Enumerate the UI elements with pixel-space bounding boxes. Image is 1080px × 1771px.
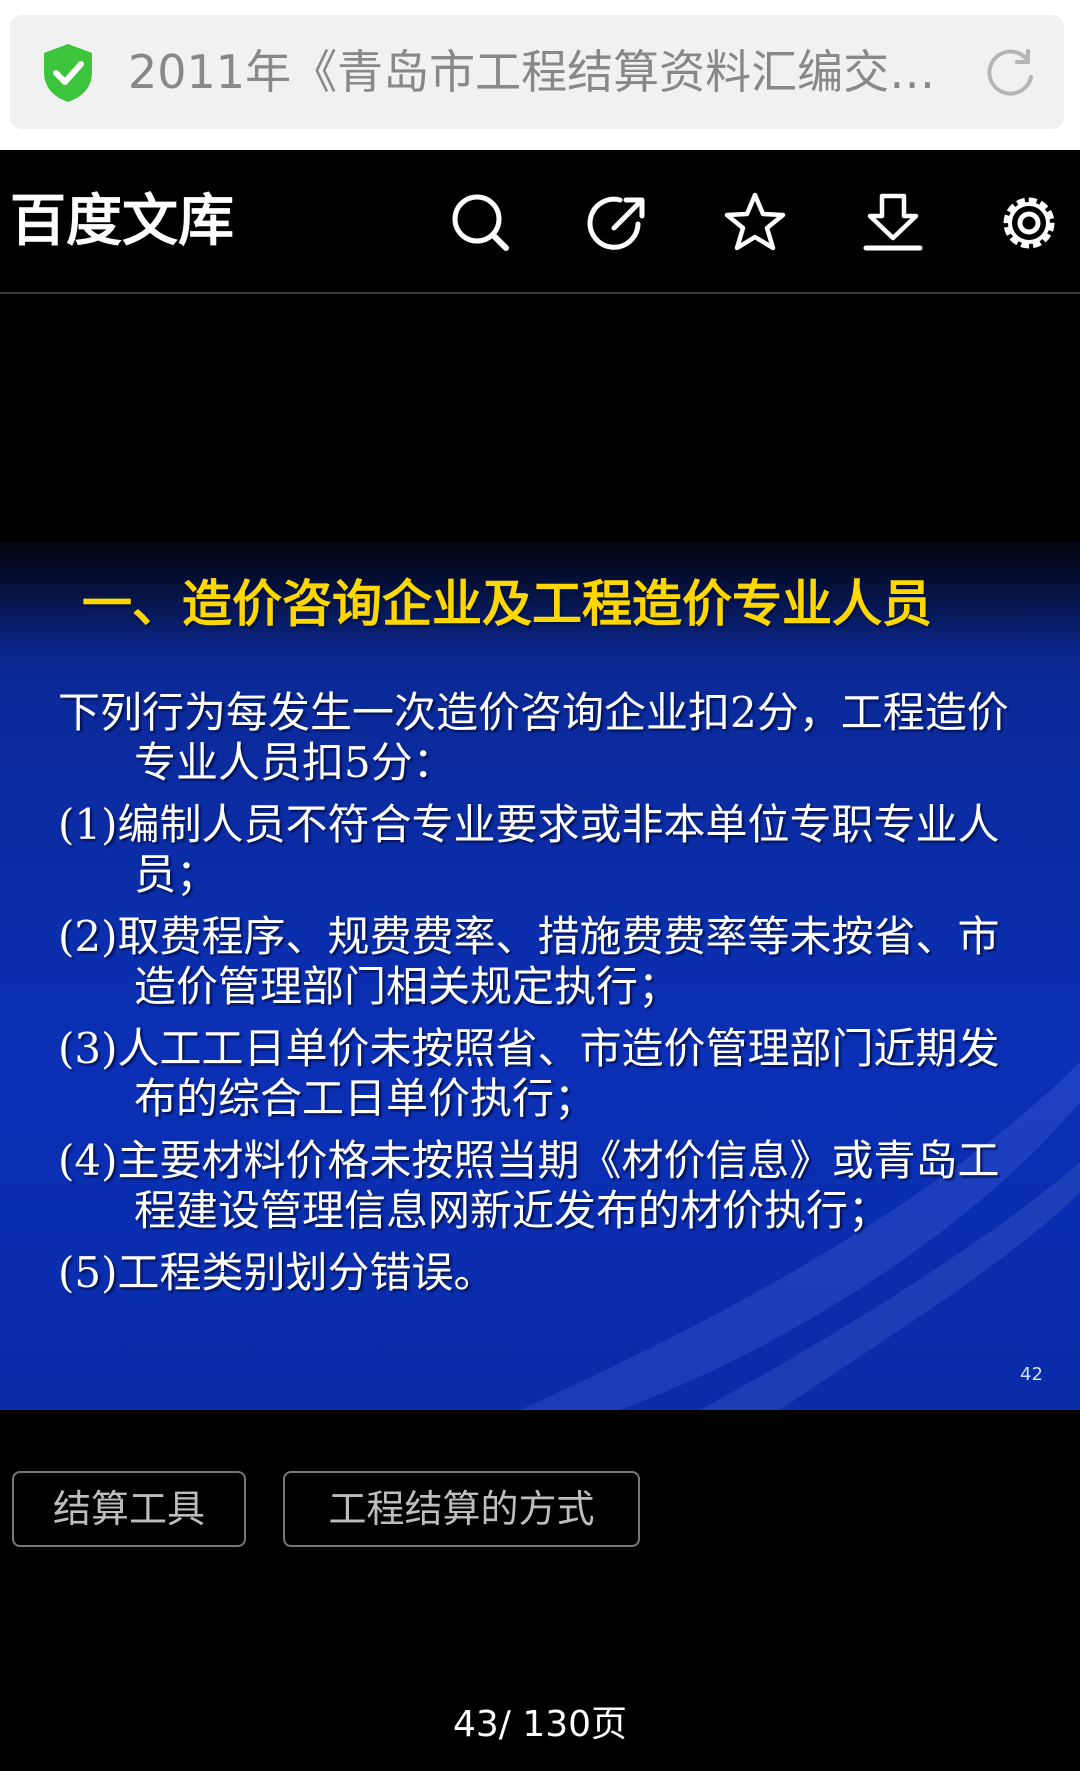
app-header: 百度文库 bbox=[0, 150, 1080, 294]
star-icon[interactable] bbox=[722, 190, 788, 256]
page-counter: 43/ 130页 bbox=[452, 1704, 628, 1745]
address-bar[interactable]: 2011年《青岛市工程结算资料汇编交… bbox=[10, 15, 1064, 129]
slide-page-number: 42 bbox=[1020, 1364, 1043, 1385]
share-icon[interactable] bbox=[586, 190, 652, 256]
slide-list-item: (2)取费程序、规费费率、措施费费率等未按省、市造价管理部门相关规定执行； bbox=[58, 912, 1000, 1011]
document-slide: 一、造价咨询企业及工程造价专业人员 下列行为每发生一次造价咨询企业扣2分，工程造… bbox=[0, 542, 1080, 1410]
slide-list-item: (3)人工工日单价未按照省、市造价管理部门近期发布的综合工日单价执行； bbox=[58, 1024, 1000, 1123]
slide-list-item: (4)主要材料价格未按照当期《材价信息》或青岛工程建设管理信息网新近发布的材价执… bbox=[58, 1136, 1000, 1235]
gear-icon[interactable] bbox=[996, 190, 1062, 256]
tag-settlement-methods[interactable]: 工程结算的方式 bbox=[283, 1471, 640, 1547]
slide-list-item: (1)编制人员不符合专业要求或非本单位专职专业人员； bbox=[58, 800, 1000, 899]
search-icon[interactable] bbox=[448, 190, 514, 256]
tag-settlement-tools[interactable]: 结算工具 bbox=[12, 1471, 246, 1547]
browser-top-bar: 2011年《青岛市工程结算资料汇编交… bbox=[0, 0, 1080, 150]
slide-body: 下列行为每发生一次造价咨询企业扣2分，工程造价专业人员扣5分： (1)编制人员不… bbox=[58, 688, 1018, 1310]
slide-title: 一、造价咨询企业及工程造价专业人员 bbox=[82, 574, 932, 633]
slide-paragraph: 下列行为每发生一次造价咨询企业扣2分，工程造价专业人员扣5分： bbox=[58, 688, 1009, 787]
shield-check-icon bbox=[40, 42, 96, 104]
reload-icon[interactable] bbox=[982, 45, 1038, 101]
page-title[interactable]: 2011年《青岛市工程结算资料汇编交… bbox=[128, 41, 968, 103]
brand-logo-text: 百度文库 bbox=[10, 189, 234, 254]
slide-list-item: (5)工程类别划分错误。 bbox=[58, 1248, 496, 1297]
download-icon[interactable] bbox=[860, 190, 926, 256]
